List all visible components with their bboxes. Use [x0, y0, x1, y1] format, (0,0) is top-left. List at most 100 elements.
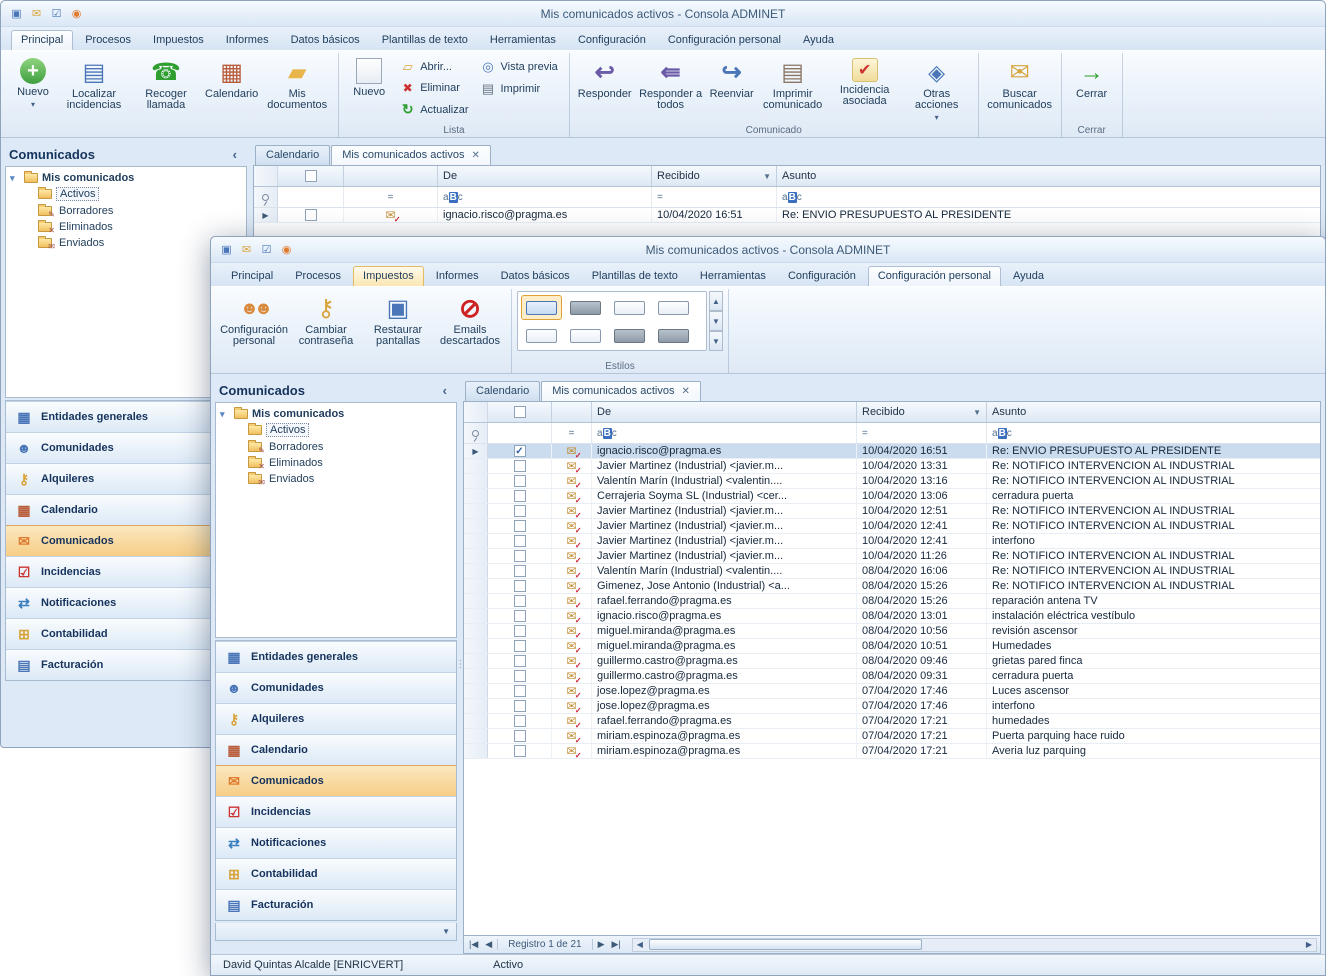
- tree-root[interactable]: ▾ Mis comunicados: [8, 171, 244, 185]
- table-row[interactable]: ▶ ✉ Valentín Marín (Industrial) <valenti…: [464, 564, 1320, 579]
- header-asunto[interactable]: Asunto: [987, 402, 1320, 422]
- filter-de-cell[interactable]: aBc: [438, 187, 652, 207]
- table-row[interactable]: ▶ ✉ Javier Martinez (Industrial) <javier…: [464, 534, 1320, 549]
- table-row[interactable]: ▶ ✉ jose.lopez@pragma.es 07/04/2020 17:4…: [464, 699, 1320, 714]
- row-checkbox[interactable]: [514, 595, 526, 607]
- nav-item[interactable]: ⚷ Alquileres: [216, 703, 456, 734]
- row-checkbox[interactable]: [514, 610, 526, 622]
- table-row[interactable]: ▶ ✉ ignacio.risco@pragma.es 10/04/2020 1…: [464, 444, 1320, 459]
- tree-item[interactable]: ✉ Enviados: [8, 235, 244, 251]
- tree-item[interactable]: Activos: [218, 421, 454, 439]
- row-checkbox[interactable]: [514, 460, 526, 472]
- titlebar[interactable]: ▣✉☑◉ Mis comunicados activos - Consola A…: [1, 1, 1325, 27]
- nav-item[interactable]: ☻ Comunidades: [216, 672, 456, 703]
- table-row[interactable]: ▶ ✉ Gimenez, Jose Antonio (Industrial) <…: [464, 579, 1320, 594]
- style-thumbnail[interactable]: [653, 323, 694, 348]
- row-checkbox[interactable]: [514, 565, 526, 577]
- ribbon-tab[interactable]: Configuración: [778, 266, 866, 286]
- header-checkbox-cell[interactable]: [278, 166, 344, 186]
- ribbon-button[interactable]: ▰ Mis documentos ▾: [261, 55, 333, 112]
- ribbon-button[interactable]: ◈ Otras acciones ▾: [901, 55, 973, 124]
- table-row[interactable]: ▶ ✉ miguel.miranda@pragma.es 08/04/2020 …: [464, 624, 1320, 639]
- row-checkbox[interactable]: [514, 625, 526, 637]
- app-icon[interactable]: ▣: [219, 243, 234, 256]
- filter-checkbox-cell[interactable]: [278, 187, 344, 207]
- table-row[interactable]: ▶ ✉ Javier Martinez (Industrial) <javier…: [464, 549, 1320, 564]
- panel-collapse-button[interactable]: ‹: [229, 147, 241, 162]
- row-checkbox[interactable]: [514, 730, 526, 742]
- ribbon-button[interactable]: ☎ Recoger llamada ▾: [130, 55, 202, 112]
- ribbon-button[interactable]: ✉ Buscar comunicados ▾: [984, 55, 1056, 112]
- close-icon[interactable]: ✕: [681, 386, 689, 397]
- ribbon-tab[interactable]: Ayuda: [1003, 266, 1054, 286]
- row-checkbox[interactable]: [514, 445, 526, 457]
- header-icon-cell[interactable]: [552, 402, 592, 422]
- style-thumbnail[interactable]: [653, 295, 694, 320]
- header-recibido[interactable]: Recibido▼: [652, 166, 777, 186]
- ribbon-button[interactable]: ✔ Incidencia asociada ▾: [829, 55, 901, 124]
- ribbon-tab[interactable]: Impuestos: [353, 266, 424, 286]
- row-checkbox[interactable]: [514, 655, 526, 667]
- table-row[interactable]: ▶ ✉ Valentín Marín (Industrial) <valenti…: [464, 474, 1320, 489]
- filter-checkbox-cell[interactable]: [488, 423, 552, 443]
- ribbon-tab[interactable]: Plantillas de texto: [582, 266, 688, 286]
- feed-icon[interactable]: ◉: [69, 7, 84, 20]
- gallery-expand-button[interactable]: ▼: [709, 331, 723, 351]
- ribbon-button[interactable]: ⊘ Emails descartados ▾: [434, 291, 506, 348]
- row-checkbox[interactable]: [514, 490, 526, 502]
- ribbon-tab[interactable]: Impuestos: [143, 30, 214, 50]
- table-row[interactable]: ▶ ✉ Cerrajeria Soyma SL (Industrial) <ce…: [464, 489, 1320, 504]
- nav-collapse-icon[interactable]: ▼: [442, 927, 450, 936]
- tree-root[interactable]: ▾ Mis comunicados: [218, 407, 454, 421]
- ribbon-tab[interactable]: Datos básicos: [281, 30, 370, 50]
- titlebar[interactable]: ▣✉☑◉ Mis comunicados activos - Consola A…: [211, 237, 1325, 263]
- nav-item[interactable]: ⇄ Notificaciones: [216, 827, 456, 858]
- filter-icon-cell[interactable]: =: [552, 423, 592, 443]
- nav-item[interactable]: ☑ Incidencias: [216, 796, 456, 827]
- gallery-up-button[interactable]: ▲: [709, 291, 723, 311]
- filter-icon-cell[interactable]: =: [344, 187, 438, 207]
- app-icon[interactable]: ▣: [9, 7, 24, 20]
- scroll-right-icon[interactable]: ▶: [1302, 940, 1316, 949]
- ribbon-button[interactable]: Nuevo ▾: [344, 55, 394, 99]
- ribbon-tab[interactable]: Configuración: [568, 30, 656, 50]
- ribbon-button[interactable]: ⚷ Cambiar contraseña ▾: [290, 291, 362, 348]
- nav-item[interactable]: ▦ Calendario: [216, 734, 456, 765]
- row-checkbox[interactable]: [514, 535, 526, 547]
- table-row[interactable]: ▶ ✉ rafael.ferrando@pragma.es 08/04/2020…: [464, 594, 1320, 609]
- mail-icon[interactable]: ✉: [239, 243, 254, 256]
- close-icon[interactable]: ✕: [471, 150, 479, 161]
- next-record-button[interactable]: ▶: [596, 939, 607, 950]
- document-tab[interactable]: Calendario ✕: [255, 145, 330, 165]
- ribbon-small-button[interactable]: ↻ Actualizar: [396, 100, 472, 119]
- filter-recibido-cell[interactable]: =: [857, 423, 987, 443]
- filter-de-cell[interactable]: aBc: [592, 423, 857, 443]
- header-checkbox-cell[interactable]: [488, 402, 552, 422]
- last-record-button[interactable]: ▶|: [610, 939, 623, 950]
- tree-item[interactable]: ✕ Eliminados: [8, 219, 244, 235]
- table-row[interactable]: ▶ ✉ jose.lopez@pragma.es 07/04/2020 17:4…: [464, 684, 1320, 699]
- table-row[interactable]: ▶ ✉ Javier Martinez (Industrial) <javier…: [464, 504, 1320, 519]
- style-thumbnail[interactable]: [609, 295, 650, 320]
- table-row[interactable]: ▶ ✉ ignacio.risco@pragma.es 10/04/2020 1…: [254, 208, 1320, 223]
- table-row[interactable]: ▶ ✉ ignacio.risco@pragma.es 08/04/2020 1…: [464, 609, 1320, 624]
- nav-item[interactable]: ⊞ Contabilidad: [216, 858, 456, 889]
- header-de[interactable]: De: [438, 166, 652, 186]
- document-tab[interactable]: Calendario ✕: [465, 381, 540, 401]
- header-icon-cell[interactable]: [344, 166, 438, 186]
- ribbon-tab[interactable]: Principal: [221, 266, 283, 286]
- table-row[interactable]: ▶ ✉ rafael.ferrando@pragma.es 07/04/2020…: [464, 714, 1320, 729]
- ribbon-button[interactable]: + Nuevo ▾: [8, 55, 58, 112]
- row-checkbox[interactable]: [514, 670, 526, 682]
- ribbon-small-button[interactable]: ▱ Abrir...: [396, 58, 472, 76]
- style-thumbnail[interactable]: [565, 323, 606, 348]
- row-checkbox[interactable]: [514, 475, 526, 487]
- ribbon-button[interactable]: ↪ Reenviar ▾: [707, 55, 757, 124]
- nav-item[interactable]: ▤ Facturación: [216, 889, 456, 920]
- filter-asunto-cell[interactable]: aBc: [777, 187, 1320, 207]
- filter-asunto-cell[interactable]: aBc: [987, 423, 1320, 443]
- header-asunto[interactable]: Asunto: [777, 166, 1320, 186]
- select-all-checkbox[interactable]: [514, 406, 526, 418]
- ribbon-tab[interactable]: Procesos: [285, 266, 351, 286]
- row-checkbox[interactable]: [514, 640, 526, 652]
